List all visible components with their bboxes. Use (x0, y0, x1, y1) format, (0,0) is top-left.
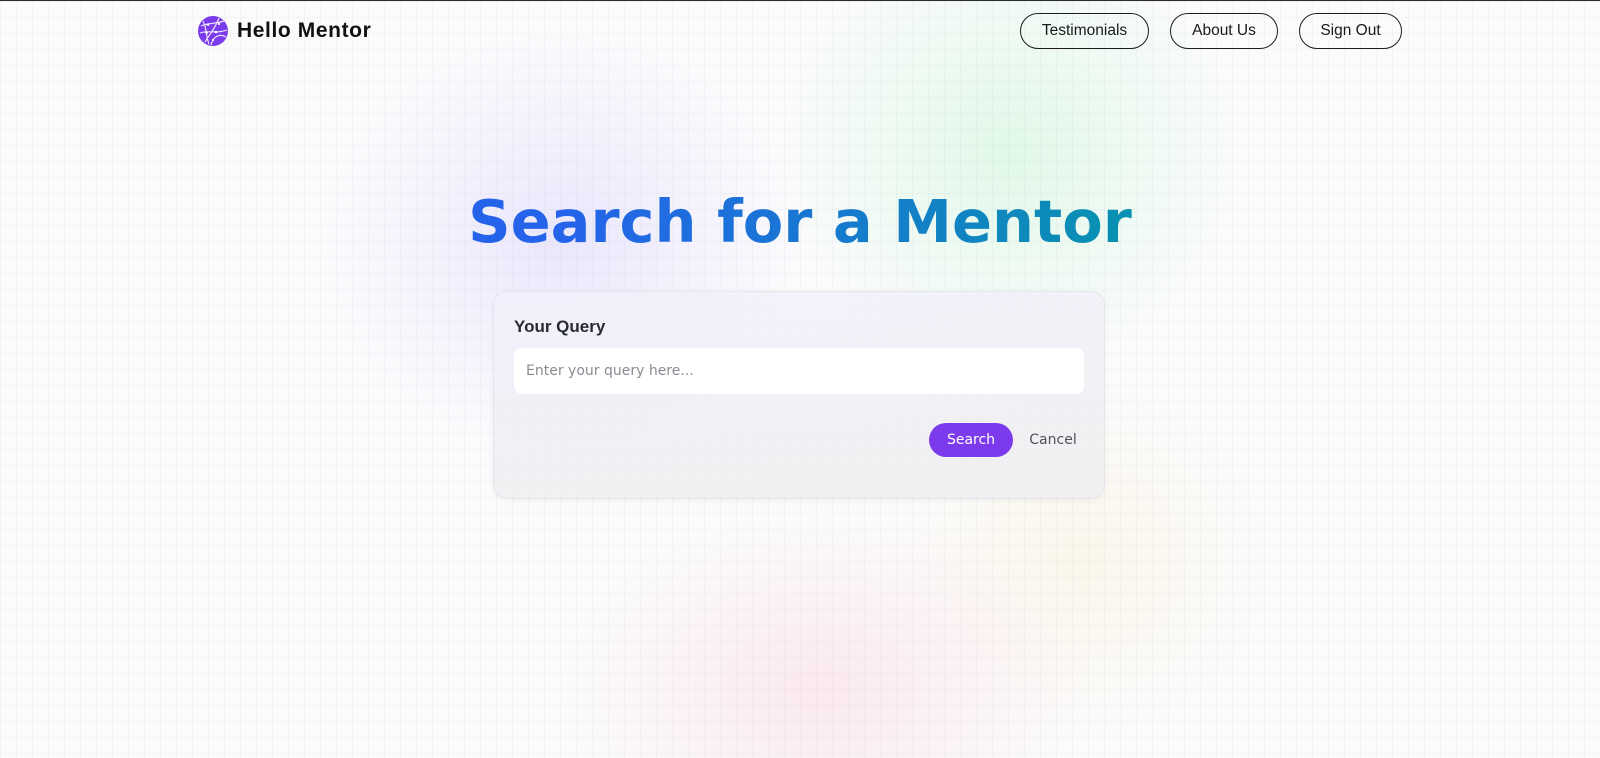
cancel-button[interactable]: Cancel (1018, 423, 1088, 457)
brand-link[interactable]: Hello Mentor (197, 15, 371, 47)
nav-links: Testimonials About Us Sign Out (1020, 13, 1402, 49)
about-us-button[interactable]: About Us (1170, 13, 1278, 49)
query-input[interactable] (514, 348, 1084, 394)
sign-out-button[interactable]: Sign Out (1299, 13, 1402, 49)
testimonials-button[interactable]: Testimonials (1020, 13, 1149, 49)
query-label: Your Query (514, 317, 606, 336)
top-navbar: Hello Mentor Testimonials About Us Sign … (197, 13, 1402, 49)
globe-network-icon (197, 15, 229, 47)
brand-name: Hello Mentor (237, 19, 372, 42)
search-button[interactable]: Search (929, 423, 1013, 457)
page-title: Search for a Mentor (0, 182, 1600, 262)
query-form-card: Your Query Search Cancel (493, 291, 1105, 499)
